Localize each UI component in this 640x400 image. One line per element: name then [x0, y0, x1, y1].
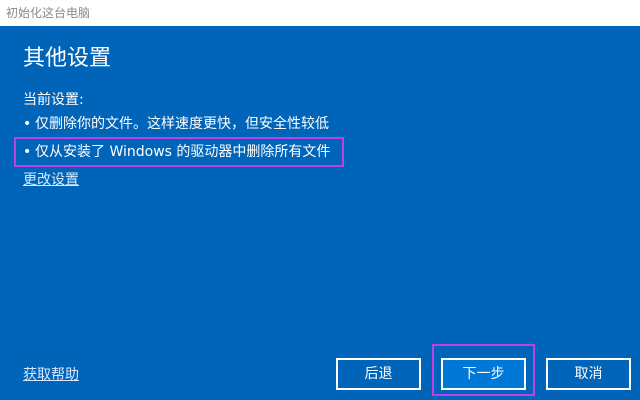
cancel-button[interactable]: 取消 — [546, 358, 631, 390]
next-button[interactable]: 下一步 — [441, 358, 526, 390]
get-help-link[interactable]: 获取帮助 — [23, 365, 79, 385]
setting-item-label: 仅从安装了 Windows 的驱动器中删除所有文件 — [35, 144, 331, 160]
reset-pc-window: 初始化这台电脑 其他设置 当前设置: • 仅删除你的文件。这样速度更快，但安全性较… — [0, 0, 640, 400]
setting-item-remove-files: • 仅删除你的文件。这样速度更快，但安全性较低 — [23, 114, 329, 134]
page-heading: 其他设置 — [23, 46, 112, 71]
current-settings-label: 当前设置: — [23, 92, 84, 108]
back-button[interactable]: 后退 — [336, 358, 421, 390]
setting-item-windows-drive-only: • 仅从安装了 Windows 的驱动器中删除所有文件 — [23, 142, 330, 162]
title-bar: 初始化这台电脑 — [0, 0, 640, 26]
setting-item-label: 仅删除你的文件。这样速度更快，但安全性较低 — [35, 116, 329, 132]
bullet-icon: • — [23, 144, 32, 160]
change-settings-link[interactable]: 更改设置 — [23, 170, 79, 190]
bullet-icon: • — [23, 116, 32, 132]
window-title: 初始化这台电脑 — [6, 6, 91, 20]
content-panel: 其他设置 当前设置: • 仅删除你的文件。这样速度更快，但安全性较低 • 仅从安装了… — [0, 26, 640, 400]
